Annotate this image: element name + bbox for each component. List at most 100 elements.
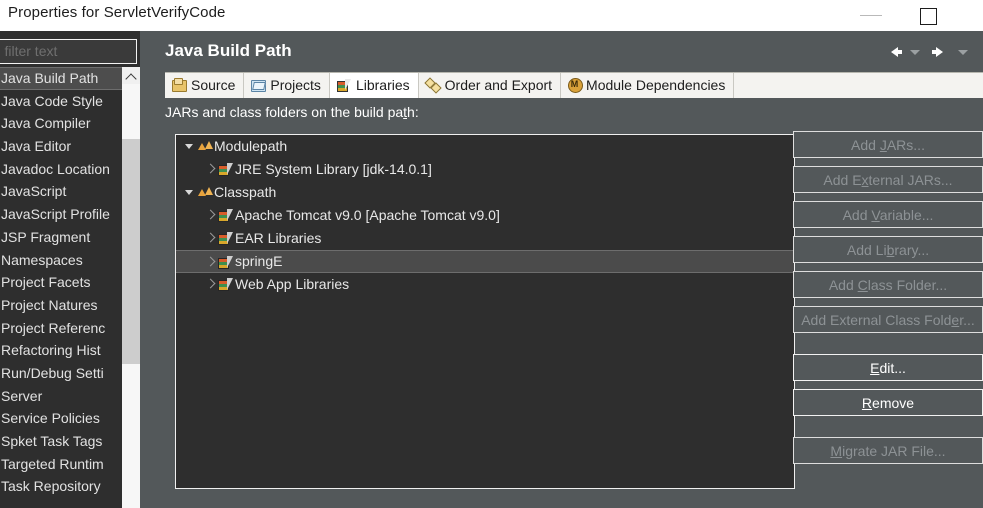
tree-row-label: Web App Libraries <box>235 276 350 292</box>
button-label-mnemonic: x <box>861 172 869 188</box>
tab-order-and-export[interactable]: Order and Export <box>419 73 562 98</box>
module-badge-icon <box>566 76 584 93</box>
tree-row[interactable]: Classpath <box>176 181 794 204</box>
button-label-after: emove <box>872 395 915 411</box>
twisty-collapsed-icon[interactable] <box>203 273 217 296</box>
scrollbar-thumb[interactable] <box>122 139 140 364</box>
tab-module-dependencies[interactable]: Module Dependencies <box>561 73 735 98</box>
button-group-gap <box>793 424 983 437</box>
build-path-button-column: Add JARs... Add External JARs... Add Varia… <box>793 131 983 472</box>
order-export-icon <box>424 77 442 93</box>
sidebar-divider <box>140 31 148 508</box>
twisty-collapsed-icon[interactable] <box>203 158 217 181</box>
twisty-collapsed-icon[interactable] <box>203 204 217 227</box>
sidebar-item[interactable]: Spket Task Tags <box>0 430 122 453</box>
window-title: Properties for ServletVerifyCode <box>8 4 226 21</box>
sidebar-item[interactable]: Java Editor <box>0 135 122 158</box>
sidebar-item[interactable]: Java Code Style <box>0 90 122 113</box>
minimize-button[interactable] <box>848 0 894 31</box>
section-label: JARs and class folders on the build path… <box>165 104 419 120</box>
tab-label: Module Dependencies <box>586 77 726 93</box>
main-panel: Java Build Path Source Projects Libraries O… <box>148 31 983 508</box>
library-icon <box>217 158 235 181</box>
tree-row[interactable]: Apache Tomcat v9.0 [Apache Tomcat v9.0] <box>176 204 794 227</box>
maximize-button[interactable] <box>906 0 952 31</box>
button-label-mnemonic: V <box>871 207 880 223</box>
twisty-collapsed-icon[interactable] <box>203 251 217 274</box>
tree-row-label: Classpath <box>214 184 277 200</box>
sidebar-item[interactable]: Refactoring Hist <box>0 339 122 362</box>
sidebar-item[interactable]: Namespaces <box>0 249 122 272</box>
sidebar-item[interactable]: JavaScript <box>0 180 122 203</box>
tree-row[interactable]: Modulepath <box>176 135 794 158</box>
button-label-after: lass Folder... <box>867 277 948 293</box>
tab-projects[interactable]: Projects <box>244 73 330 98</box>
window-title-bar: Properties for ServletVerifyCode <box>0 0 983 31</box>
projects-folder-icon <box>249 77 267 93</box>
sidebar-item[interactable]: Task Repository <box>0 475 122 498</box>
tree-row[interactable]: JRE System Library [jdk-14.0.1] <box>176 158 794 181</box>
tree-row[interactable]: EAR Libraries <box>176 227 794 250</box>
twisty-collapsed-icon[interactable] <box>203 227 217 250</box>
twisty-expanded-icon[interactable] <box>182 181 196 204</box>
tab-source[interactable]: Source <box>165 73 245 98</box>
button-label-mnemonic: R <box>861 395 873 411</box>
filter-text-field[interactable]: pe filter text <box>0 39 137 64</box>
add-external-jars-button: Add External JARs... <box>793 166 983 193</box>
build-path-tab-bar[interactable]: Source Projects Libraries Order and Export M… <box>165 72 983 98</box>
forward-arrow-icon[interactable] <box>927 39 953 65</box>
button-label-after: ariable... <box>879 207 934 223</box>
tab-label: Order and Export <box>444 77 553 93</box>
button-label-after: dit... <box>879 360 906 376</box>
tab-label: Libraries <box>355 77 410 93</box>
back-dropdown-chevron-icon[interactable] <box>909 48 921 58</box>
sidebar-item[interactable]: Project Facets <box>0 271 122 294</box>
sidebar-item[interactable]: Java Compiler <box>0 112 122 135</box>
sidebar-scrollbar[interactable] <box>122 67 140 508</box>
edit-button[interactable]: Edit... <box>793 354 983 381</box>
button-label-after: rary... <box>894 242 930 258</box>
library-icon <box>217 227 235 250</box>
path-icon <box>196 181 214 204</box>
add-external-class-folder-button: Add External Class Folder... <box>793 306 983 333</box>
scroll-up-arrow-icon[interactable] <box>122 67 140 84</box>
button-label-before: Add <box>851 137 880 153</box>
remove-button[interactable]: Remove <box>793 389 983 416</box>
migrate-jar-file-button: Migrate JAR File... <box>793 437 983 464</box>
tree-row-label: EAR Libraries <box>235 230 322 246</box>
button-label-before: Add <box>842 207 872 223</box>
build-path-tree[interactable]: Modulepath JRE System Library [jdk-14.0.1… <box>175 134 795 489</box>
sidebar-item[interactable]: Java Build Path <box>0 67 122 90</box>
sidebar-item[interactable]: Project Natures <box>0 294 122 317</box>
button-label-before: Add Li <box>846 242 887 258</box>
tree-row[interactable]: springE <box>176 250 794 273</box>
tab-libraries[interactable]: Libraries <box>329 73 419 98</box>
sidebar-item[interactable]: Project Referenc <box>0 317 122 340</box>
settings-sidebar: pe filter text Java Build PathJava Code … <box>0 31 140 508</box>
page-title: Java Build Path <box>165 41 292 60</box>
sidebar-item[interactable]: JSP Fragment <box>0 226 122 249</box>
forward-dropdown-chevron-icon[interactable] <box>957 48 969 58</box>
libraries-book-icon <box>335 77 353 93</box>
button-label-mnemonic: J <box>879 137 887 153</box>
back-arrow-icon[interactable] <box>881 39 907 65</box>
section-label-after: h: <box>407 104 419 120</box>
button-label-before: Add <box>828 277 858 293</box>
filter-placeholder: pe filter text <box>0 43 58 59</box>
sidebar-item[interactable]: JavaScript Profile <box>0 203 122 226</box>
twisty-expanded-icon[interactable] <box>182 135 196 158</box>
sidebar-item[interactable]: Server <box>0 385 122 408</box>
button-label-before: Add E <box>823 172 862 188</box>
sidebar-item[interactable]: Javadoc Location <box>0 158 122 181</box>
sidebar-item[interactable]: Run/Debug Setti <box>0 362 122 385</box>
sidebar-item[interactable]: Targeted Runtim <box>0 453 122 476</box>
tree-row[interactable]: Web App Libraries <box>176 273 794 296</box>
tab-label: Source <box>191 77 236 93</box>
button-label-after: igrate JAR File... <box>842 443 946 459</box>
button-label-after: r... <box>959 312 975 328</box>
panel-header: Java Build Path <box>148 31 983 72</box>
path-icon <box>196 135 214 158</box>
tree-row-label: springE <box>235 253 283 269</box>
sidebar-item[interactable]: Service Policies <box>0 407 122 430</box>
settings-category-list[interactable]: Java Build Path Java Code Style Java Compi… <box>0 67 122 508</box>
